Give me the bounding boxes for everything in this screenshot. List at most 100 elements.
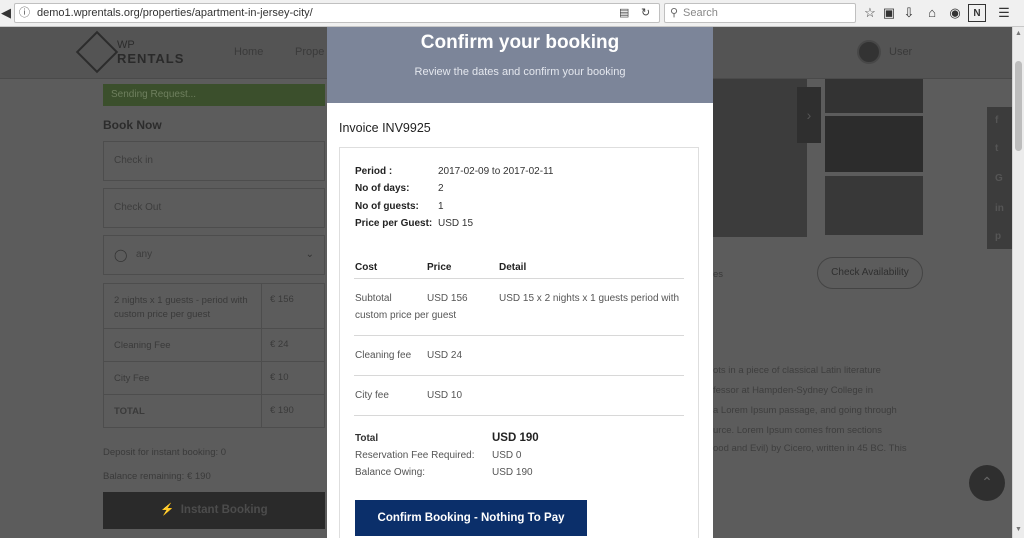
instant-booking-label: Instant Booking [180,504,268,516]
instant-booking-button[interactable]: ⚡ Instant Booking [103,492,325,529]
pocket-icon[interactable]: ◉ [946,4,964,22]
detail-value: 1 [438,201,444,212]
detail-label: Period : [355,166,393,177]
column-header-detail: Detail [499,262,527,273]
detail-value: USD 15 [438,218,474,229]
description-line: ots in a piece of classical Latin litera… [713,365,881,376]
reload-icon[interactable]: ↻ [641,4,650,22]
description-line: urce. Lorem Ipsum comes from sections [713,425,882,436]
twitter-icon[interactable]: t [995,143,998,154]
divider [261,329,262,361]
divider [354,415,684,416]
google-icon[interactable]: G [995,173,1003,184]
facebook-icon[interactable]: f [995,115,998,126]
gallery-thumbnail[interactable] [825,116,923,172]
price-row: City Fee € 10 [103,361,325,395]
price-value: € 10 [270,372,289,383]
logo-line-1: WP [117,39,135,51]
search-input[interactable]: ⚲ Search [664,3,856,23]
divider [261,284,262,328]
clipboard-icon[interactable]: ▣ [880,4,898,22]
row-cost: City fee [355,390,389,401]
nav-home[interactable]: Home [234,46,263,58]
detail-label: No of guests: [355,201,419,212]
check-out-field[interactable]: Check Out [103,188,325,228]
guests-value: any [136,249,153,260]
sending-request-banner: Sending Request... [103,84,325,106]
gallery-thumbnail[interactable] [825,79,923,113]
site-logo[interactable]: WP RENTALS [117,39,184,65]
page-scrollbar[interactable]: ▲ ▼ [1012,27,1024,538]
home-icon[interactable]: ⌂ [923,4,941,22]
price-label: 2 nights x 1 guests - period with custom… [114,295,248,320]
download-icon[interactable]: ⇩ [900,4,918,22]
check-in-placeholder: Check in [114,155,153,166]
back-to-top-button[interactable]: ⌃ [969,465,1005,501]
row-cost: Cleaning fee [355,350,412,361]
divider [354,335,684,336]
chevron-down-icon: ⌄ [305,249,314,260]
description-line: fessor at Hampden-Sydney College in [713,385,874,396]
extension-icon[interactable]: N [968,4,986,22]
check-availability-button[interactable]: Check Availability [817,257,923,289]
price-label: TOTAL [114,406,145,417]
book-now-heading: Book Now [103,118,162,132]
row-detail: USD 15 x 2 nights x 1 guests period with [499,293,680,304]
user-icon: ◯ [114,248,128,262]
row-price: USD 24 [427,350,463,361]
page-viewport: WP RENTALS Home Prope User Sending Reque… [0,27,1012,538]
scroll-thumb[interactable] [1015,61,1022,151]
balance-owing-value: USD 190 [492,467,533,478]
price-value: € 190 [270,405,294,416]
row-detail-cont: custom price per guest [355,310,457,321]
total-label: Total [355,433,379,444]
row-price: USD 156 [427,293,468,304]
modal-title: Confirm your booking [420,32,620,53]
lightning-icon: ⚡ [160,504,175,516]
pinterest-icon[interactable]: p [995,231,1001,242]
description-line: a Lorem Ipsum passage, and going through [713,405,897,416]
price-row: 2 nights x 1 guests - period with custom… [103,283,325,329]
address-bar[interactable]: ⓘ demo1.wprentals.org/properties/apartme… [14,3,660,23]
scroll-up-icon[interactable]: ▲ [1015,30,1022,37]
gallery-thumbnail[interactable] [825,176,923,235]
price-value: € 156 [270,294,294,305]
star-icon[interactable]: ☆ [861,4,879,22]
modal-header: Confirm your booking Review the dates an… [327,27,713,103]
divider [354,375,684,376]
social-share-bar: f t G in p [987,107,1012,249]
detail-label: No of days: [355,183,410,194]
row-cost: Subtotal [355,293,392,304]
total-value: USD 190 [492,432,539,444]
price-row: Cleaning Fee € 24 [103,328,325,362]
logo-icon [75,30,119,74]
linkedin-icon[interactable]: in [995,203,1004,214]
detail-label: Price per Guest: [355,218,433,229]
description-line: ood and Evil) by Cicero, written in 45 B… [713,443,907,454]
confirm-booking-button[interactable]: Confirm Booking - Nothing To Pay [355,500,587,536]
reservation-fee-label: Reservation Fee Required: [355,450,475,461]
detail-value: 2 [438,183,444,194]
booking-confirmation-modal: Confirm your booking Review the dates an… [327,27,713,538]
balance-owing-label: Balance Owing: [355,467,426,478]
price-value: € 24 [270,339,289,350]
row-price: USD 10 [427,390,463,401]
price-row-total: TOTAL € 190 [103,394,325,428]
avatar[interactable] [857,40,881,64]
guests-select[interactable]: ◯ any ⌄ [103,235,325,275]
user-menu[interactable]: User [889,46,912,58]
nav-properties[interactable]: Prope [295,46,324,58]
menu-icon[interactable]: ☰ [995,4,1013,22]
scroll-down-icon[interactable]: ▼ [1015,526,1022,533]
address-url: demo1.wprentals.org/properties/apartment… [37,7,313,19]
info-icon[interactable]: ⓘ [19,4,30,22]
search-placeholder: Search [683,7,718,19]
check-out-placeholder: Check Out [114,202,162,213]
price-label: Cleaning Fee [114,340,171,351]
check-in-field[interactable]: Check in [103,141,325,181]
chevron-right-icon[interactable]: › [797,87,821,143]
gallery-main-image[interactable] [713,79,807,237]
detail-value: 2017-02-09 to 2017-02-11 [438,166,554,177]
browser-toolbar: ◀ ⓘ demo1.wprentals.org/properties/apart… [0,0,1024,27]
reader-icon[interactable]: ▤ [619,4,629,22]
